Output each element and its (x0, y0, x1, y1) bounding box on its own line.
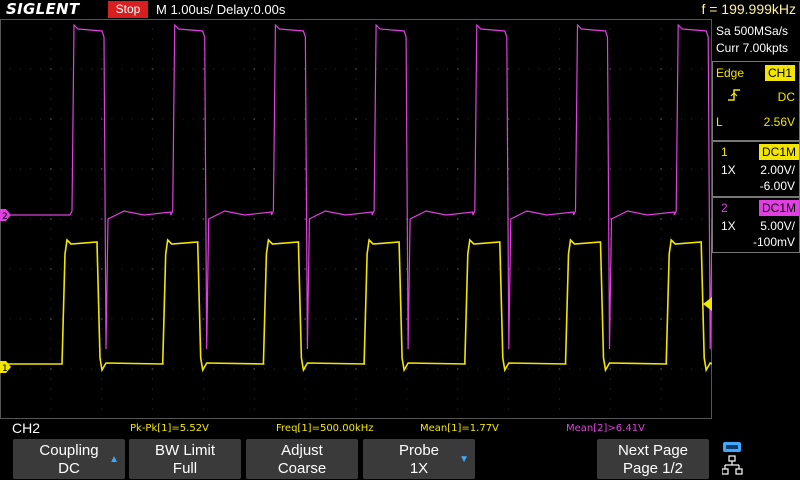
channel1-number: 1 (721, 145, 728, 159)
channel2-probe: 1X (721, 219, 736, 233)
channel1-offset: -6.00V (759, 179, 795, 193)
measurement-freq: Freq[1]=500.00kHz (276, 423, 374, 434)
next-page-label: Next Page (617, 442, 689, 459)
graticule (0, 18, 713, 420)
measurement-bar: CH2 Pk-Pk[1]=5.52V Freq[1]=500.00kHz Mea… (0, 419, 712, 437)
arrow-up-icon: ▲ (109, 454, 119, 465)
channel2-coupling: DC1M (759, 200, 800, 216)
ch2-trace (0, 23, 749, 350)
coupling-softkey[interactable]: Coupling DC ▲ (13, 439, 125, 479)
measurement-mean1: Mean[1]=1.77V (420, 423, 499, 434)
network-icon (722, 455, 743, 475)
channel2-scale: 5.00V/ (760, 219, 795, 233)
top-bar: SIGLENT Stop M 1.00us/ Delay:0.00s f = 1… (0, 0, 800, 19)
softkey-bar: Coupling DC ▲ BW Limit Full Adjust Coars… (0, 437, 800, 480)
status-icons (722, 442, 743, 475)
usb-connection-icon (723, 442, 741, 452)
waveform-grid: 2 1 (0, 18, 749, 420)
bw-limit-softkey[interactable]: BW Limit Full (129, 439, 241, 479)
channel1-probe: 1X (721, 163, 736, 177)
measurement-mean2: Mean[2]>6.41V (566, 423, 645, 434)
trigger-level: 2.56V (763, 115, 795, 129)
channel2-number: 2 (721, 201, 728, 215)
brand-logo: SIGLENT (6, 0, 80, 18)
frequency-counter: f = 199.999kHz (701, 1, 796, 17)
timebase-readout[interactable]: M 1.00us/ Delay:0.00s (156, 0, 285, 19)
svg-text:2: 2 (2, 212, 8, 222)
trigger-source: CH1 (765, 65, 796, 81)
arrow-down-icon: ▼ (459, 454, 469, 465)
adjust-softkey[interactable]: Adjust Coarse (246, 439, 358, 479)
page-indicator: Page 1/2 (622, 460, 684, 477)
probe-softkey[interactable]: Probe 1X ▼ (363, 439, 475, 479)
trigger-level-label: L (716, 115, 723, 129)
sample-rate: Sa 500MSa/s (716, 24, 789, 38)
bw-limit-label: BW Limit (155, 442, 215, 459)
rising-edge-icon (728, 89, 740, 101)
memory-depth: Curr 7.00kpts (716, 41, 789, 55)
ch2-marker[interactable]: 2 (0, 209, 11, 222)
trigger-level-marker[interactable] (703, 297, 712, 311)
run-state-indicator[interactable]: Stop (108, 1, 148, 18)
next-page-softkey[interactable]: Next Page Page 1/2 (597, 439, 709, 479)
trigger-type: Edge (716, 66, 745, 80)
channel2-offset: -100mV (752, 235, 795, 249)
bw-limit-value: Full (172, 460, 198, 477)
waveform-display[interactable]: 2 1 (0, 18, 749, 420)
channel1-scale: 2.00V/ (760, 163, 795, 177)
trigger-coupling: DC (777, 90, 795, 104)
ch1-marker[interactable]: 1 (0, 361, 11, 374)
trigger-panel[interactable]: Edge CH1 DC L 2.56V (712, 61, 800, 141)
measurement-pkpk: Pk-Pk[1]=5.52V (130, 423, 209, 434)
adjust-label: Adjust (281, 442, 323, 459)
channel1-panel[interactable]: 1 DC1M 1X 2.00V/ -6.00V (712, 141, 800, 197)
adjust-value: Coarse (277, 460, 327, 477)
channel1-coupling: DC1M (759, 144, 800, 160)
channel2-panel[interactable]: 2 DC1M 1X 5.00V/ -100mV (712, 197, 800, 253)
svg-text:1: 1 (2, 364, 8, 374)
active-channel-label: CH2 (12, 420, 41, 436)
